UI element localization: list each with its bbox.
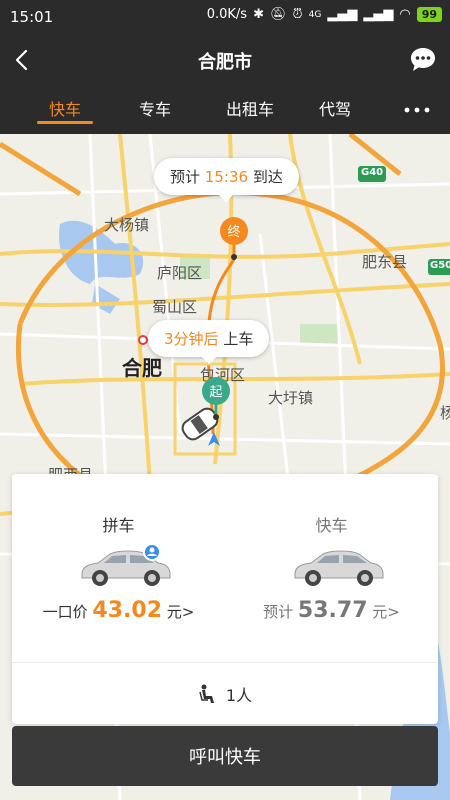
alarm-icon: ⏰︎	[292, 7, 303, 22]
bluetooth-icon: ✱	[253, 7, 264, 22]
battery-indicator: 99	[416, 7, 442, 22]
call-express-button[interactable]: 呼叫快车	[12, 726, 438, 786]
price-prefix: 预计	[263, 603, 294, 621]
option-express[interactable]: 快车 预计 53.77 元>	[225, 474, 438, 662]
destination-pin: 终	[219, 216, 249, 260]
tab-express[interactable]: 快车	[25, 86, 105, 134]
option-express-price: 预计 53.77 元>	[225, 598, 438, 623]
price-value: 43.02	[92, 598, 163, 623]
message-icon[interactable]	[408, 45, 438, 75]
network-type: 4G	[308, 9, 322, 20]
tab-designated-driver[interactable]: 代驾	[295, 86, 375, 134]
price-value: 53.77	[297, 598, 368, 623]
place-feidong: 肥东县	[362, 253, 408, 271]
eta-suffix: 到达	[252, 168, 283, 186]
network-speed: 0.0K/s	[206, 7, 248, 22]
tab-premier[interactable]: 专车	[115, 86, 195, 134]
status-bar: 15:01 0.0K/s ✱ 🔕︎ ⏰︎ 4G ▂▄▆ ▂▄▆ ◠ 99	[0, 0, 450, 34]
place-edge: 杨	[440, 404, 450, 422]
signal-icon-2: ▂▄▆	[363, 7, 394, 22]
car-carpool-icon	[81, 544, 171, 586]
page-title: 合肥市	[198, 52, 252, 73]
price-suffix: 元>	[166, 603, 195, 621]
ride-options-card: 拼车 一口价 43.02 元> 快车 预计 53.77 元> 1人	[12, 474, 438, 724]
card-divider	[12, 662, 438, 663]
passenger-count: 1人	[225, 686, 253, 705]
title-bar: 合肥市	[0, 34, 450, 86]
service-tabs: 快车 专车 出租车 代驾	[0, 86, 450, 134]
seat-icon	[199, 684, 214, 703]
wifi-icon: ◠	[399, 7, 411, 22]
eta-time: 15:36	[204, 168, 249, 186]
option-express-name: 快车	[315, 516, 348, 535]
start-pin-label: 起	[209, 385, 223, 400]
place-shushan: 蜀山区	[152, 298, 198, 316]
mute-icon: 🔕︎	[269, 7, 287, 22]
place-hefei: 合肥	[122, 356, 162, 380]
eta-prefix: 预计	[170, 168, 201, 186]
option-carpool[interactable]: 拼车 一口价 43.02 元>	[12, 474, 225, 662]
car-express-icon	[294, 550, 384, 586]
pickup-bubble: 3分钟后 上车	[148, 320, 270, 364]
option-carpool-price: 一口价 43.02 元>	[12, 598, 225, 623]
highway-g50-label: G50	[430, 260, 450, 271]
pickup-time: 3分钟后	[164, 330, 219, 348]
status-icons: 0.0K/s ✱ 🔕︎ ⏰︎ 4G ▂▄▆ ▂▄▆ ◠ 99	[207, 7, 442, 22]
price-suffix: 元>	[372, 603, 400, 621]
signal-icon: ▂▄▆	[327, 7, 358, 22]
place-luyang: 庐阳区	[157, 264, 203, 282]
place-dawei: 大圩镇	[268, 389, 314, 407]
start-pin: 起	[201, 376, 231, 420]
passenger-selector[interactable]: 1人	[12, 674, 438, 714]
status-time: 15:01	[10, 8, 54, 26]
highway-g40-label: G40	[361, 167, 384, 178]
eta-bubble: 预计 15:36 到达	[154, 158, 299, 202]
option-carpool-name: 拼车	[102, 516, 135, 535]
tab-taxi[interactable]: 出租车	[205, 86, 295, 134]
more-icon[interactable]	[402, 100, 432, 120]
place-dayang: 大杨镇	[104, 216, 150, 234]
price-prefix: 一口价	[42, 603, 88, 621]
pickup-suffix: 上车	[223, 330, 254, 348]
destination-pin-label: 终	[227, 225, 241, 240]
